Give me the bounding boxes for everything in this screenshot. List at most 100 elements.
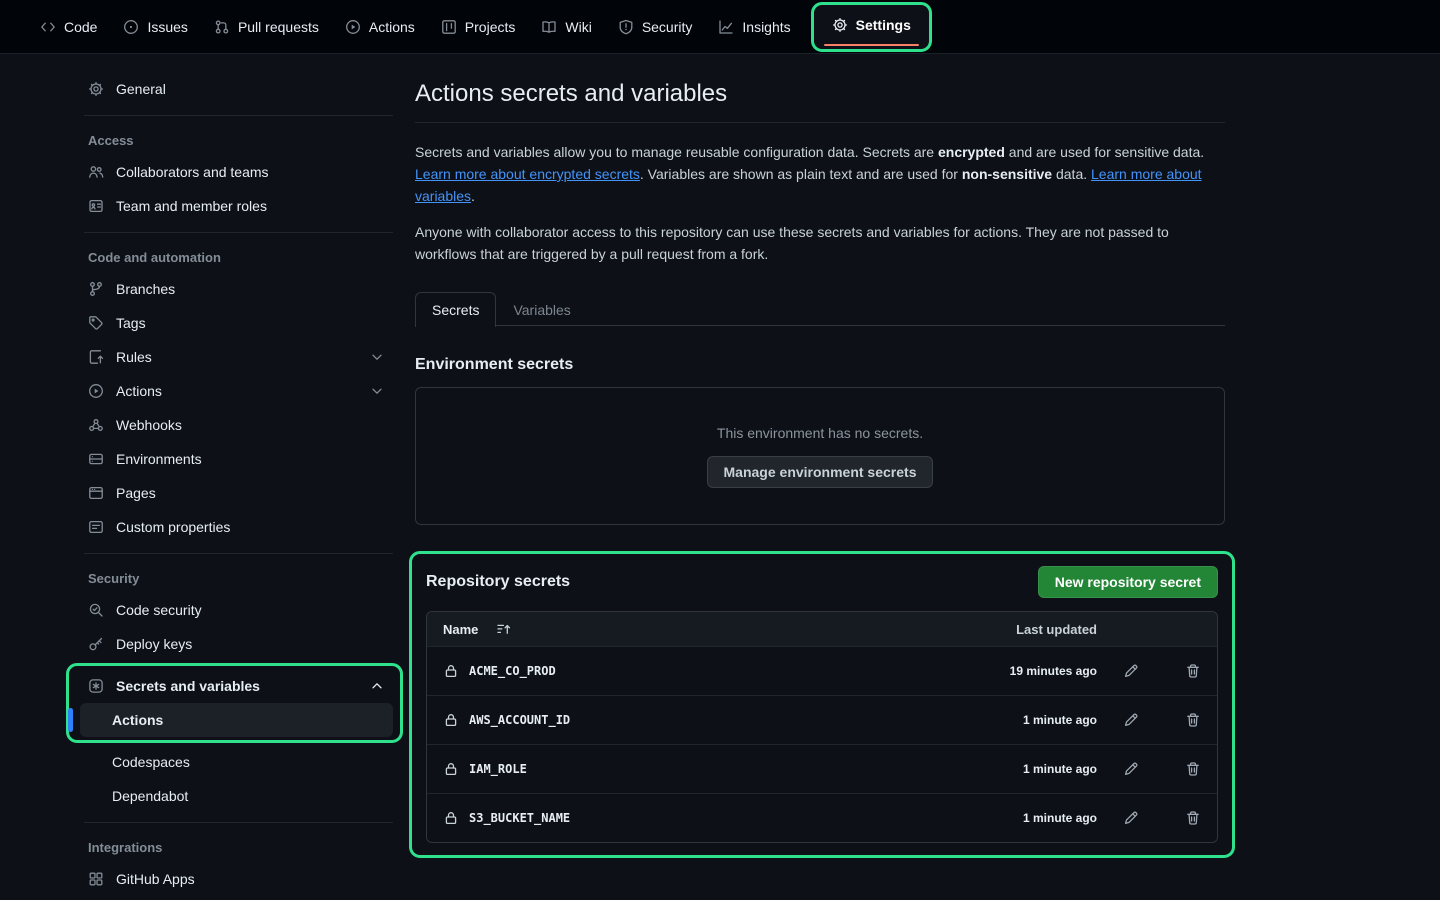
sidebar-item-label: Team and member roles bbox=[116, 198, 267, 214]
issue-opened-icon bbox=[123, 19, 139, 35]
sidebar-item-code-security[interactable]: Code security bbox=[80, 593, 393, 627]
graph-icon bbox=[718, 19, 734, 35]
sidebar-item-pages[interactable]: Pages bbox=[80, 476, 393, 510]
sidebar-item-email-notifications[interactable]: Email notifications bbox=[80, 896, 393, 900]
secret-name: S3_BUCKET_NAME bbox=[469, 811, 570, 825]
sidebar-item-label: Branches bbox=[116, 281, 175, 297]
intro-segment: . bbox=[471, 188, 475, 204]
table-icon bbox=[441, 19, 457, 35]
tab-security[interactable]: Security bbox=[608, 12, 703, 42]
sidebar-item-deploy-keys[interactable]: Deploy keys bbox=[80, 627, 393, 661]
sidebar-item-collaborators[interactable]: Collaborators and teams bbox=[80, 155, 393, 189]
sidebar-item-label: Tags bbox=[116, 315, 146, 331]
link-encrypted-secrets[interactable]: Learn more about encrypted secrets bbox=[415, 166, 640, 182]
sidebar-item-label: Codespaces bbox=[112, 754, 190, 770]
sidebar-item-webhooks[interactable]: Webhooks bbox=[80, 408, 393, 442]
secret-name: AWS_ACCOUNT_ID bbox=[469, 713, 570, 727]
annotation-box-secrets-and-variables: Secrets and variables Actions bbox=[66, 663, 403, 743]
tab-issues[interactable]: Issues bbox=[113, 12, 197, 42]
trash-icon bbox=[1185, 810, 1201, 826]
column-header-name: Name bbox=[443, 622, 478, 637]
secret-last-updated: 1 minute ago bbox=[937, 811, 1097, 825]
codescan-icon bbox=[88, 602, 104, 618]
edit-secret-button[interactable] bbox=[1123, 663, 1139, 679]
sidebar-divider bbox=[84, 115, 393, 116]
delete-secret-button[interactable] bbox=[1185, 712, 1201, 728]
tab-security-label: Security bbox=[642, 19, 693, 35]
play-icon bbox=[88, 383, 104, 399]
delete-secret-button[interactable] bbox=[1185, 810, 1201, 826]
sidebar-item-secrets-and-variables[interactable]: Secrets and variables bbox=[80, 669, 393, 703]
sidebar-item-tags[interactable]: Tags bbox=[80, 306, 393, 340]
tab-actions[interactable]: Actions bbox=[335, 12, 425, 42]
intro-paragraph-1: Secrets and variables allow you to manag… bbox=[415, 141, 1225, 207]
chevron-down-icon bbox=[369, 349, 385, 365]
gear-icon bbox=[832, 17, 848, 33]
play-icon bbox=[345, 19, 361, 35]
sidebar-divider bbox=[84, 822, 393, 823]
tab-pull-requests-label: Pull requests bbox=[238, 19, 319, 35]
table-row: IAM_ROLE 1 minute ago bbox=[427, 744, 1217, 793]
settings-sidebar: General Access Collaborators and teams T… bbox=[80, 72, 393, 900]
tab-code-label: Code bbox=[64, 19, 97, 35]
sidebar-item-custom-properties[interactable]: Custom properties bbox=[80, 510, 393, 544]
tab-variables[interactable]: Variables bbox=[496, 292, 587, 327]
sidebar-section-access: Access bbox=[80, 125, 393, 155]
gear-icon bbox=[88, 81, 104, 97]
repository-secrets-heading: Repository secrets bbox=[426, 573, 570, 591]
tab-pull-requests[interactable]: Pull requests bbox=[204, 12, 329, 42]
pencil-icon bbox=[1123, 712, 1139, 728]
delete-secret-button[interactable] bbox=[1185, 761, 1201, 777]
tab-code[interactable]: Code bbox=[30, 12, 107, 42]
chevron-down-icon bbox=[369, 383, 385, 399]
column-header-last-updated: Last updated bbox=[937, 622, 1097, 637]
sidebar-item-label: Rules bbox=[116, 349, 152, 365]
tab-projects[interactable]: Projects bbox=[431, 12, 526, 42]
table-row: S3_BUCKET_NAME 1 minute ago bbox=[427, 793, 1217, 842]
sidebar-subitem-dependabot[interactable]: Dependabot bbox=[80, 779, 393, 813]
pencil-icon bbox=[1123, 663, 1139, 679]
trash-icon bbox=[1185, 761, 1201, 777]
edit-secret-button[interactable] bbox=[1123, 712, 1139, 728]
code-icon bbox=[40, 19, 56, 35]
sidebar-item-label: GitHub Apps bbox=[116, 871, 195, 887]
intro-paragraph-2: Anyone with collaborator access to this … bbox=[415, 221, 1225, 265]
sidebar-item-team-member-roles[interactable]: Team and member roles bbox=[80, 189, 393, 223]
apps-icon bbox=[88, 871, 104, 887]
tab-wiki[interactable]: Wiki bbox=[531, 12, 601, 42]
manage-environment-secrets-button[interactable]: Manage environment secrets bbox=[707, 456, 934, 488]
sidebar-item-rules[interactable]: Rules bbox=[80, 340, 393, 374]
webhook-icon bbox=[88, 417, 104, 433]
edit-secret-button[interactable] bbox=[1123, 761, 1139, 777]
secret-last-updated: 1 minute ago bbox=[937, 762, 1097, 776]
annotation-box-settings: Settings bbox=[811, 2, 932, 52]
tab-settings[interactable]: Settings bbox=[822, 10, 921, 40]
tab-secrets[interactable]: Secrets bbox=[415, 292, 496, 327]
sidebar-item-branches[interactable]: Branches bbox=[80, 272, 393, 306]
sidebar-item-actions[interactable]: Actions bbox=[80, 374, 393, 408]
sidebar-item-label: Pages bbox=[116, 485, 156, 501]
repository-secrets-table: Name Last updated ACME_CO_PROD 19 minute… bbox=[426, 611, 1218, 843]
sidebar-item-github-apps[interactable]: GitHub Apps bbox=[80, 862, 393, 896]
sidebar-item-general[interactable]: General bbox=[80, 72, 393, 106]
tab-insights[interactable]: Insights bbox=[708, 12, 800, 42]
intro-segment: and are used for sensitive data. bbox=[1005, 144, 1204, 160]
lock-icon bbox=[443, 712, 459, 728]
key-icon bbox=[88, 636, 104, 652]
intro-bold-non-sensitive: non-sensitive bbox=[962, 166, 1052, 182]
delete-secret-button[interactable] bbox=[1185, 663, 1201, 679]
intro-segment: data. bbox=[1052, 166, 1091, 182]
sidebar-subitem-actions[interactable]: Actions bbox=[80, 703, 393, 737]
rules-icon bbox=[88, 349, 104, 365]
pull-request-icon bbox=[214, 19, 230, 35]
sort-ascending-icon[interactable] bbox=[496, 621, 512, 637]
sidebar-subitem-codespaces[interactable]: Codespaces bbox=[80, 745, 393, 779]
secrets-variables-tabnav: Secrets Variables bbox=[415, 291, 1225, 326]
new-repository-secret-button[interactable]: New repository secret bbox=[1038, 566, 1218, 598]
tab-wiki-label: Wiki bbox=[565, 19, 591, 35]
sidebar-item-environments[interactable]: Environments bbox=[80, 442, 393, 476]
edit-secret-button[interactable] bbox=[1123, 810, 1139, 826]
tab-projects-label: Projects bbox=[465, 19, 516, 35]
trash-icon bbox=[1185, 712, 1201, 728]
lock-icon bbox=[443, 663, 459, 679]
